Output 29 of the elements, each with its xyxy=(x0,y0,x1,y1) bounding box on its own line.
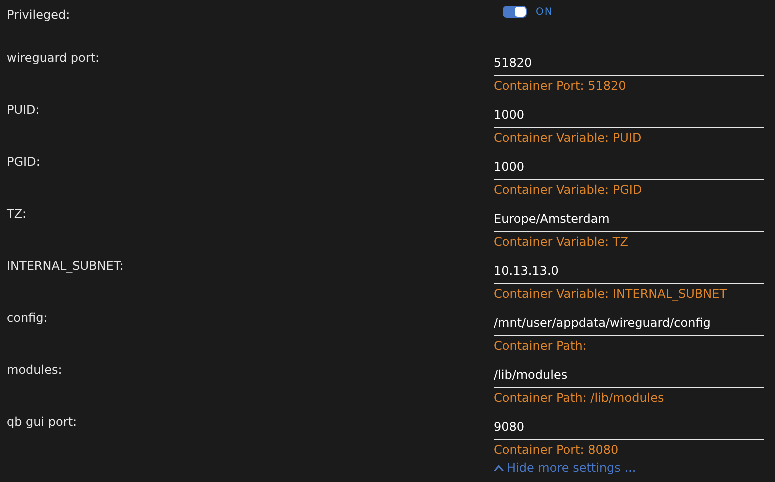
field-label: modules: xyxy=(7,363,62,377)
input-field[interactable]: 1000 xyxy=(494,96,764,128)
input-field[interactable]: 10.13.13.0 xyxy=(494,252,764,284)
chevron-up-icon xyxy=(494,464,504,471)
field-label: wireguard port: xyxy=(7,51,100,65)
field-label: config: xyxy=(7,311,48,325)
input-field[interactable]: 9080 xyxy=(494,408,764,440)
toggle-state: ON xyxy=(536,6,554,20)
field-hint: Container Variable: INTERNAL_SUBNET xyxy=(494,286,728,302)
input-field[interactable]: 51820 xyxy=(494,44,764,76)
field-label: TZ: xyxy=(7,207,27,221)
field-label: qb gui port: xyxy=(7,415,78,429)
input-field[interactable]: 1000 xyxy=(494,148,764,180)
field-hint: Container Path: xyxy=(494,338,588,354)
field-hint: Container Port: 8080 xyxy=(494,442,620,458)
field-hint: Container Path: /lib/modules xyxy=(494,390,666,406)
privileged-toggle[interactable] xyxy=(503,6,527,18)
field-label: Privileged: xyxy=(7,8,70,22)
field-hint: Container Variable: TZ xyxy=(494,234,630,250)
input-field[interactable]: Europe/Amsterdam xyxy=(494,200,764,232)
field-hint: Container Variable: PGID xyxy=(494,182,644,198)
field-label: PUID: xyxy=(7,103,40,117)
field-label: INTERNAL_SUBNET: xyxy=(7,259,124,273)
field-label: PGID: xyxy=(7,155,40,169)
field-hint: Container Variable: PUID xyxy=(494,130,643,146)
input-field[interactable]: /mnt/user/appdata/wireguard/config xyxy=(494,304,764,336)
field-hint: Container Port: 51820 xyxy=(494,78,628,94)
input-field[interactable]: /lib/modules xyxy=(494,356,764,388)
hide-settings-link[interactable]: Hide more settings ... xyxy=(494,458,636,476)
